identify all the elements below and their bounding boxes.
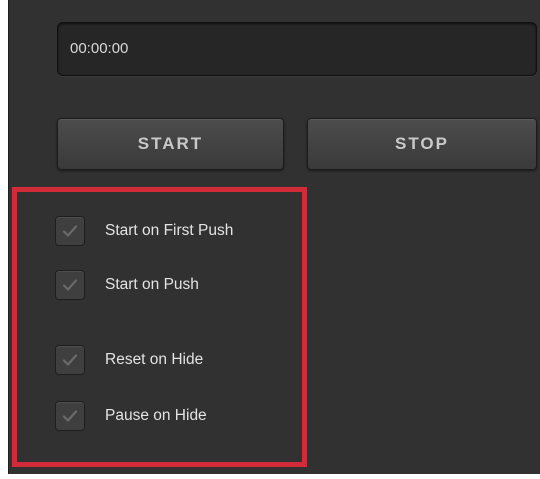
screenshot-frame: 00:00:00 START STOP Start on First Push … [0, 0, 540, 479]
check-icon [62, 410, 78, 422]
option-start-on-push[interactable]: Start on Push [55, 269, 199, 301]
option-pause-on-hide[interactable]: Pause on Hide [55, 400, 207, 432]
check-icon [62, 279, 78, 291]
start-on-push-label: Start on Push [105, 276, 199, 293]
stop-button[interactable]: STOP [307, 118, 537, 170]
start-on-first-push-label: Start on First Push [105, 222, 234, 239]
check-icon [62, 354, 78, 366]
reset-on-hide-checkbox[interactable] [55, 345, 85, 375]
start-button[interactable]: START [57, 118, 284, 170]
pause-on-hide-label: Pause on Hide [105, 407, 207, 424]
option-reset-on-hide[interactable]: Reset on Hide [55, 344, 203, 376]
start-on-push-checkbox[interactable] [55, 270, 85, 300]
pause-on-hide-checkbox[interactable] [55, 401, 85, 431]
check-icon [62, 225, 78, 237]
start-on-first-push-checkbox[interactable] [55, 216, 85, 246]
reset-on-hide-label: Reset on Hide [105, 351, 204, 368]
option-start-on-first-push[interactable]: Start on First Push [55, 215, 233, 247]
timer-display-field[interactable]: 00:00:00 [57, 22, 537, 76]
